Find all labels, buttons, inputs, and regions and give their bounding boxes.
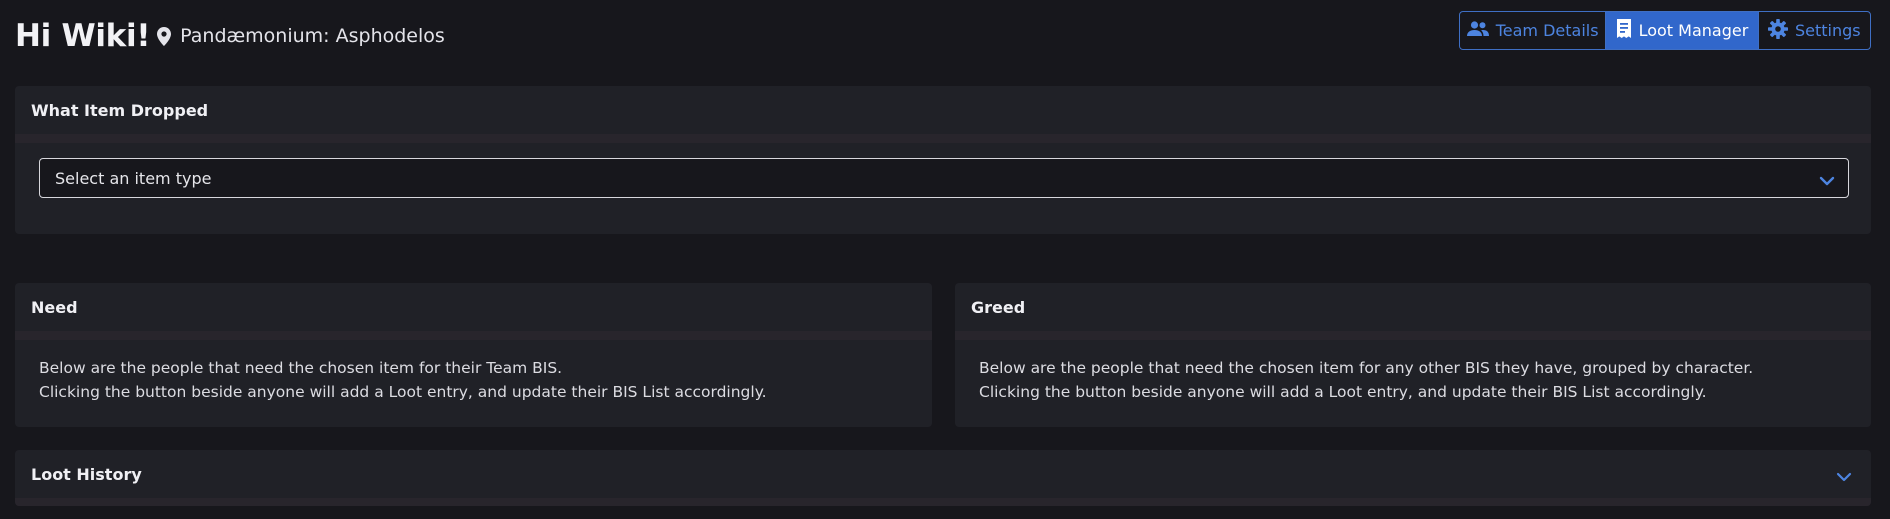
page-header: Hi Wiki! Pandæmonium: Asphodelos [15, 16, 445, 56]
settings-button[interactable]: Settings [1759, 12, 1870, 49]
divider [15, 331, 932, 340]
loot-history-card[interactable]: Loot History [15, 450, 1871, 506]
item-dropped-card: What Item Dropped Select an item type [15, 86, 1871, 234]
settings-label: Settings [1794, 21, 1861, 40]
item-type-select[interactable]: Select an item type [39, 158, 1849, 198]
divider [955, 331, 1871, 340]
users-icon [1466, 21, 1489, 40]
divider [15, 498, 1871, 506]
need-description-line-1: Below are the people that need the chose… [39, 359, 563, 377]
item-dropped-title: What Item Dropped [31, 100, 209, 120]
need-description-line-2: Clicking the button beside anyone will a… [39, 383, 767, 401]
greed-card: Greed Below are the people that need the… [955, 283, 1871, 427]
team-details-button[interactable]: Team Details [1460, 12, 1607, 49]
greed-description-line-2: Clicking the button beside anyone will a… [979, 383, 1707, 401]
loot-manager-label: Loot Manager [1638, 21, 1749, 40]
need-title: Need [31, 297, 78, 317]
map-pin-icon [157, 26, 173, 46]
divider [15, 134, 1871, 143]
greeting-title: Hi Wiki! [15, 18, 151, 54]
need-card: Need Below are the people that need the … [15, 283, 932, 427]
team-name: Pandæmonium: Asphodelos [180, 25, 445, 47]
need-description: Below are the people that need the chose… [15, 340, 932, 420]
chevron-down-icon[interactable] [1836, 467, 1852, 486]
receipt-icon [1616, 19, 1632, 42]
team-details-label: Team Details [1495, 21, 1599, 40]
loot-manager-page: Hi Wiki! Pandæmonium: Asphodelos Team De… [0, 0, 1890, 519]
greed-description: Below are the people that need the chose… [955, 340, 1871, 420]
loot-history-title: Loot History [31, 464, 142, 484]
team-nav: Team Details Loot Manager Settings [1459, 11, 1871, 50]
gear-icon [1767, 18, 1788, 43]
loot-manager-button[interactable]: Loot Manager [1606, 12, 1759, 49]
greed-description-line-1: Below are the people that need the chose… [979, 359, 1754, 377]
item-type-select-value: Select an item type [55, 168, 212, 188]
greed-title: Greed [971, 297, 1026, 317]
chevron-down-icon [1819, 171, 1835, 190]
